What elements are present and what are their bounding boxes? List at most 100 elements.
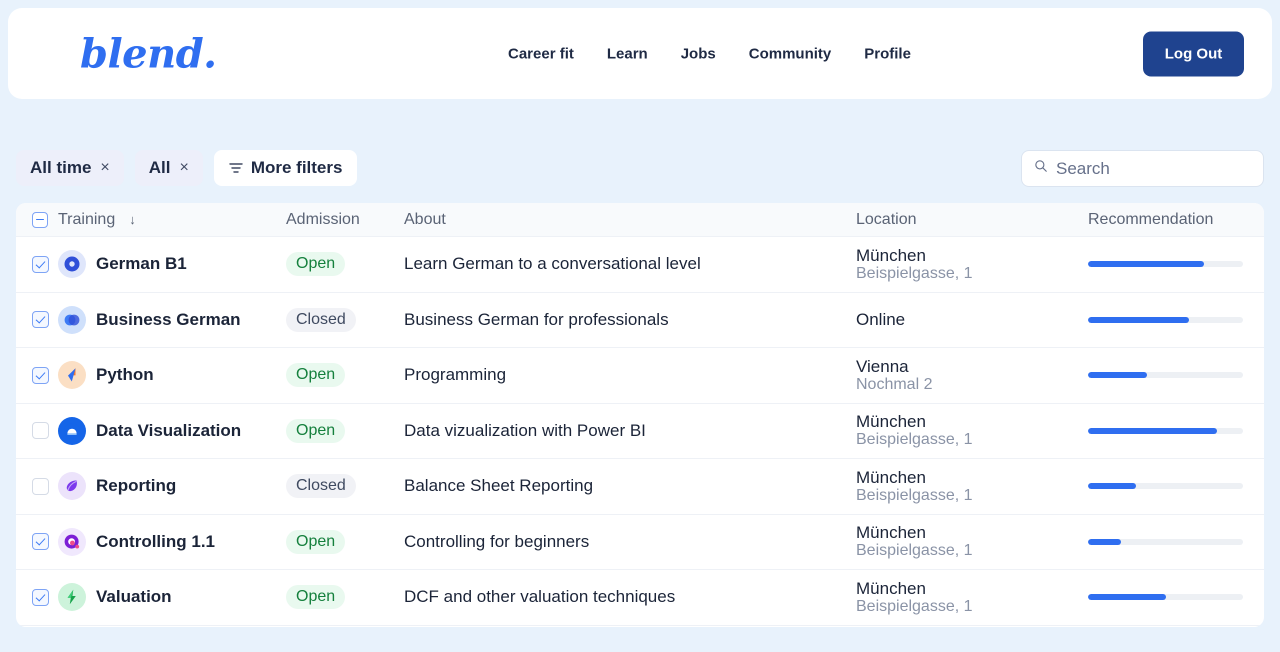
training-name: Valuation bbox=[96, 587, 172, 607]
admission-cell: Open bbox=[286, 363, 404, 388]
close-icon[interactable]: × bbox=[179, 160, 188, 176]
nav-item-learn[interactable]: Learn bbox=[607, 45, 648, 62]
nav-item-jobs[interactable]: Jobs bbox=[681, 45, 716, 62]
about-text: Balance Sheet Reporting bbox=[404, 476, 594, 496]
about-cell: DCF and other valuation techniques bbox=[404, 587, 856, 607]
row-select-cell bbox=[16, 311, 58, 329]
select-all-cell bbox=[16, 211, 58, 228]
location-address: Beispielgasse, 1 bbox=[856, 597, 973, 615]
overlapping-circles-icon bbox=[58, 305, 86, 334]
table-row[interactable]: Controlling 1.1 Open Controlling for begin… bbox=[16, 515, 1264, 570]
location-cell: Online bbox=[856, 310, 1088, 329]
row-checkbox[interactable] bbox=[32, 311, 49, 329]
row-select-cell bbox=[16, 366, 58, 384]
table-body: German B1 Open Learn German to a conversat… bbox=[16, 237, 1264, 626]
training-cell: German B1 bbox=[58, 250, 286, 279]
nav-item-profile[interactable]: Profile bbox=[864, 45, 911, 62]
admission-cell: Open bbox=[286, 585, 404, 610]
close-icon[interactable]: × bbox=[100, 160, 109, 176]
location-address: Beispielgasse, 1 bbox=[856, 486, 973, 504]
row-checkbox[interactable] bbox=[32, 422, 49, 440]
location-city: Vienna bbox=[856, 356, 909, 376]
location-cell: München Beispielgasse, 1 bbox=[856, 524, 1088, 560]
crescent-c-icon bbox=[58, 250, 86, 279]
table-row[interactable]: Business German Closed Business German for… bbox=[16, 293, 1264, 348]
admission-cell: Open bbox=[286, 529, 404, 554]
sort-descending-icon[interactable]: ↓ bbox=[129, 212, 136, 227]
recommendation-cell bbox=[1088, 316, 1264, 323]
training-name: Business German bbox=[96, 309, 241, 329]
admission-cell: Open bbox=[286, 252, 404, 277]
column-header-recommendation[interactable]: Recommendation bbox=[1088, 211, 1264, 229]
row-checkbox[interactable] bbox=[32, 255, 49, 273]
filter-icon bbox=[229, 161, 243, 175]
column-header-about[interactable]: About bbox=[404, 211, 856, 229]
column-header-training[interactable]: Training ↓ bbox=[58, 211, 286, 229]
column-header-training-label: Training bbox=[58, 210, 116, 228]
trainings-table: Training ↓ Admission About Location Reco… bbox=[16, 203, 1264, 627]
green-bolt-icon bbox=[58, 583, 86, 612]
search-input[interactable] bbox=[1056, 158, 1277, 179]
table-row[interactable]: Python Open Programming Vienna Nochmal 2 bbox=[16, 348, 1264, 404]
table-row[interactable]: Data Visualization Open Data vizualization… bbox=[16, 404, 1264, 459]
recommendation-cell bbox=[1088, 261, 1264, 268]
about-text: Learn German to a conversational level bbox=[404, 254, 701, 274]
main-navigation: Career fit Learn Jobs Community Profile bbox=[508, 45, 911, 62]
training-name: Reporting bbox=[96, 476, 177, 496]
nav-item-career-fit[interactable]: Career fit bbox=[508, 45, 574, 62]
about-cell: Data vizualization with Power BI bbox=[404, 421, 856, 441]
location-city: München bbox=[856, 467, 926, 487]
search-box[interactable] bbox=[1021, 150, 1277, 187]
filter-chip-all[interactable]: All × bbox=[134, 150, 203, 186]
training-name: German B1 bbox=[96, 254, 187, 274]
nav-item-community[interactable]: Community bbox=[749, 45, 832, 62]
purple-leaf-icon bbox=[58, 472, 86, 501]
training-cell: Reporting bbox=[58, 472, 286, 501]
brand-logo[interactable]: blend. bbox=[80, 30, 217, 77]
about-text: Programming bbox=[404, 365, 507, 385]
recommendation-bar bbox=[1088, 427, 1243, 434]
location-address: Nochmal 2 bbox=[856, 375, 933, 393]
about-text: Business German for professionals bbox=[404, 309, 669, 329]
training-cell: Controlling 1.1 bbox=[58, 527, 286, 556]
about-cell: Programming bbox=[404, 365, 856, 385]
column-header-location[interactable]: Location bbox=[856, 211, 1088, 229]
magenta-orb-icon bbox=[58, 527, 86, 556]
row-select-cell bbox=[16, 588, 58, 606]
table-row[interactable]: Reporting Closed Balance Sheet Reporting Mü… bbox=[16, 459, 1264, 515]
admission-status-badge: Closed bbox=[286, 307, 356, 332]
log-out-button[interactable]: Log Out bbox=[1143, 31, 1244, 76]
row-checkbox[interactable] bbox=[32, 366, 49, 384]
row-checkbox[interactable] bbox=[32, 533, 49, 551]
admission-status-badge: Open bbox=[286, 252, 346, 277]
recommendation-cell bbox=[1088, 538, 1264, 545]
select-all-checkbox[interactable] bbox=[32, 211, 48, 228]
filter-chip-all-time[interactable]: All time × bbox=[16, 150, 124, 186]
row-checkbox[interactable] bbox=[32, 588, 49, 606]
about-cell: Controlling for beginners bbox=[404, 532, 856, 552]
about-text: Controlling for beginners bbox=[404, 531, 590, 551]
table-row[interactable]: Valuation Open DCF and other valuation tec… bbox=[16, 570, 1264, 626]
location-address: Beispielgasse, 1 bbox=[856, 264, 973, 282]
filter-chip-all-time-label: All time bbox=[30, 158, 92, 177]
app-header: blend. Career fit Learn Jobs Community P… bbox=[8, 8, 1272, 99]
recommendation-bar bbox=[1088, 594, 1243, 601]
location-cell: München Beispielgasse, 1 bbox=[856, 245, 1088, 282]
more-filters-button[interactable]: More filters bbox=[213, 150, 358, 186]
more-filters-label: More filters bbox=[250, 158, 343, 177]
location-address: Beispielgasse, 1 bbox=[856, 542, 973, 560]
row-select-cell bbox=[16, 477, 58, 495]
row-select-cell bbox=[16, 422, 58, 440]
column-header-admission[interactable]: Admission bbox=[286, 211, 404, 229]
recommendation-bar bbox=[1088, 372, 1243, 379]
row-checkbox[interactable] bbox=[32, 477, 49, 495]
location-city: München bbox=[856, 578, 926, 598]
admission-cell: Closed bbox=[286, 474, 404, 499]
location-cell: Vienna Nochmal 2 bbox=[856, 356, 1088, 393]
recommendation-cell bbox=[1088, 594, 1264, 601]
location-city: München bbox=[856, 245, 926, 265]
location-city: München bbox=[856, 412, 926, 432]
training-cell: Valuation bbox=[58, 583, 286, 612]
table-row[interactable]: German B1 Open Learn German to a conversat… bbox=[16, 237, 1264, 293]
admission-status-badge: Closed bbox=[286, 474, 356, 499]
